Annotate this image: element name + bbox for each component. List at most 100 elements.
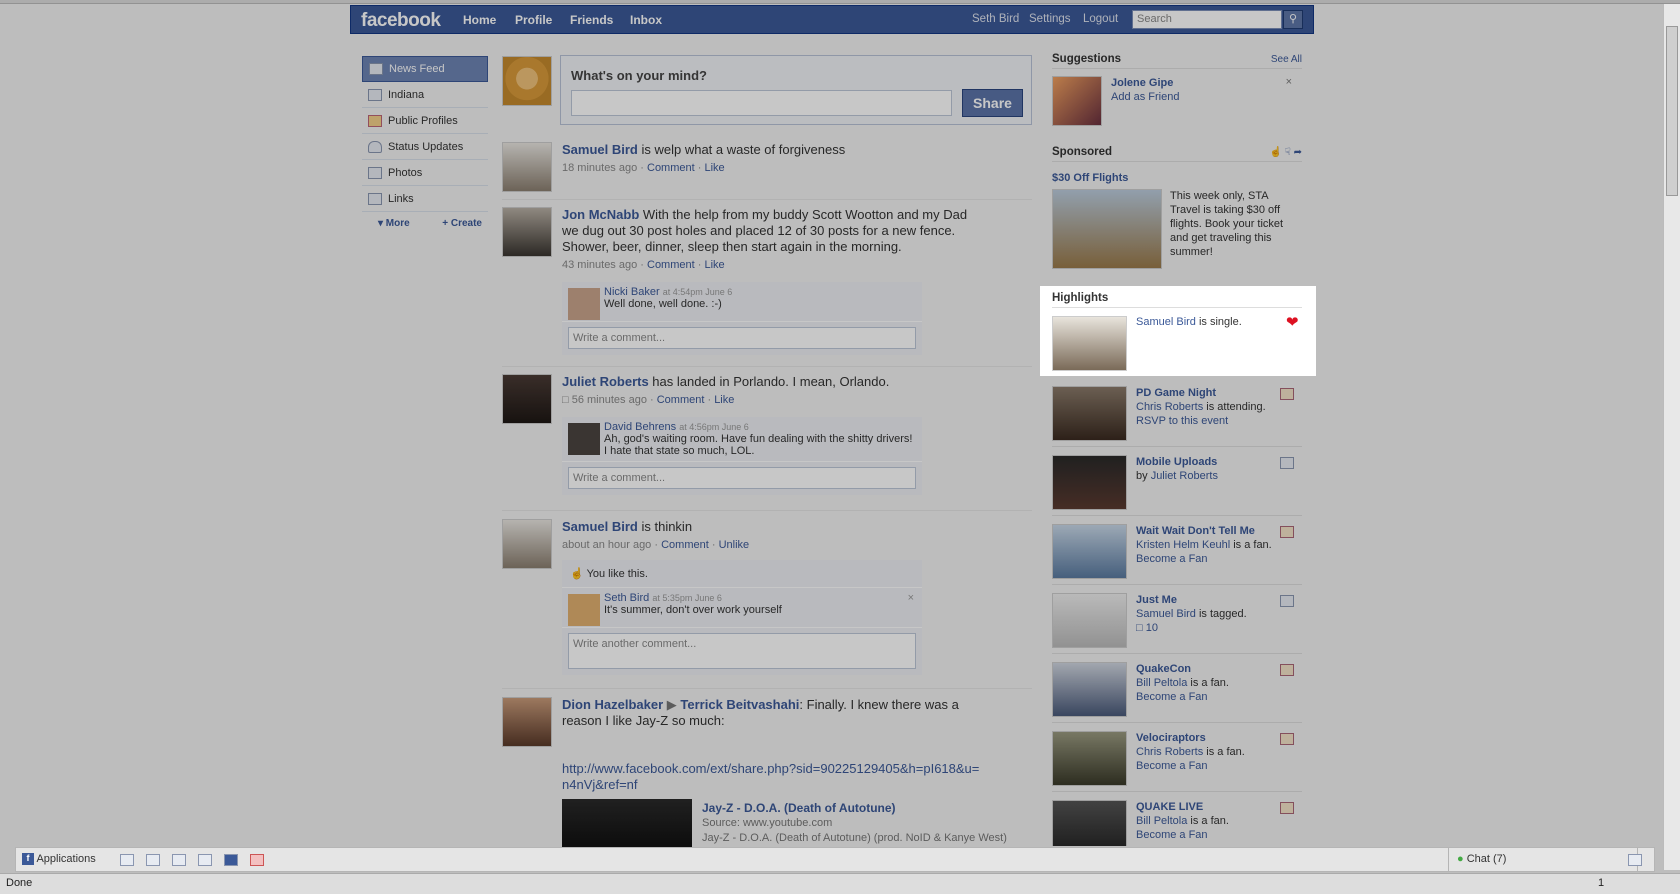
item-person[interactable]: Samuel Bird xyxy=(1136,608,1196,620)
nav-status-updates[interactable]: Status Updates xyxy=(362,134,488,160)
item-person[interactable]: Chris Roberts xyxy=(1136,401,1203,413)
story-author[interactable]: Dion Hazelbaker xyxy=(562,697,663,712)
item-title[interactable]: Wait Wait Don't Tell Me xyxy=(1136,524,1286,538)
highlight-name[interactable]: Samuel Bird xyxy=(1136,316,1196,328)
scrollbar[interactable] xyxy=(1663,4,1680,870)
item-title[interactable]: QUAKE LIVE xyxy=(1136,800,1286,814)
item-action[interactable]: RSVP to this event xyxy=(1136,414,1286,428)
become-fan-link[interactable]: Become a Fan xyxy=(1136,690,1286,704)
chat-button[interactable]: ● Chat (7) xyxy=(1448,848,1638,871)
become-fan-link[interactable]: Become a Fan xyxy=(1136,828,1286,842)
friends-icon[interactable] xyxy=(146,854,160,866)
nav-profile[interactable]: Profile xyxy=(515,13,552,27)
calendar-icon[interactable] xyxy=(172,854,186,866)
photo-icon[interactable] xyxy=(120,854,134,866)
scrollbar-thumb[interactable] xyxy=(1666,26,1678,196)
item-title[interactable]: Velociraptors xyxy=(1136,731,1286,745)
item-person[interactable]: Kristen Helm Keuhl xyxy=(1136,539,1230,551)
logout-link[interactable]: Logout xyxy=(1083,13,1118,25)
suggestion-photo[interactable] xyxy=(1052,76,1102,126)
nav-inbox[interactable]: Inbox xyxy=(630,13,662,27)
item-title[interactable]: Just Me xyxy=(1136,593,1286,607)
commenter-name[interactable]: Seth Bird xyxy=(604,592,649,604)
comment-link[interactable]: Comment xyxy=(647,259,695,271)
nav-news-feed[interactable]: News Feed xyxy=(362,56,488,82)
highlight-photo[interactable] xyxy=(1052,731,1127,786)
story-target[interactable]: Terrick Beitvashahi xyxy=(680,697,799,712)
item-person[interactable]: Chris Roberts xyxy=(1136,746,1203,758)
see-all-link[interactable]: See All xyxy=(1271,54,1302,65)
story-avatar[interactable] xyxy=(502,519,552,569)
facebook-logo[interactable]: facebook xyxy=(361,10,441,32)
become-fan-link[interactable]: Become a Fan xyxy=(1136,759,1286,773)
search-icon[interactable]: ⚲ xyxy=(1283,10,1303,29)
video-thumbnail[interactable] xyxy=(562,799,692,847)
comment-input[interactable]: Write a comment... xyxy=(568,327,916,349)
unlike-link[interactable]: Unlike xyxy=(719,539,750,551)
highlight-photo[interactable] xyxy=(1052,316,1127,371)
comment-count[interactable]: 10 xyxy=(1146,622,1158,634)
close-icon[interactable]: × xyxy=(1286,76,1292,88)
commenter-avatar[interactable] xyxy=(568,594,600,626)
commenter-avatar[interactable] xyxy=(568,423,600,455)
nav-photos[interactable]: Photos xyxy=(362,160,488,186)
comment-link[interactable]: Comment xyxy=(647,162,695,174)
item-title[interactable]: PD Game Night xyxy=(1136,386,1286,400)
search-input[interactable]: Search xyxy=(1132,10,1282,29)
suggestion-name[interactable]: Jolene Gipe xyxy=(1111,76,1261,90)
notifications-icon[interactable] xyxy=(1628,854,1642,866)
story-avatar[interactable] xyxy=(502,142,552,192)
story-avatar[interactable] xyxy=(502,374,552,424)
commenter-avatar[interactable] xyxy=(568,288,600,320)
notes-icon[interactable] xyxy=(198,854,212,866)
comment-input[interactable]: Write a comment... xyxy=(568,467,916,489)
comment-link[interactable]: Comment xyxy=(661,539,709,551)
become-fan-link[interactable]: Become a Fan xyxy=(1136,552,1286,566)
item-title[interactable]: QuakeCon xyxy=(1136,662,1286,676)
video-title[interactable]: Jay-Z - D.O.A. (Death of Autotune) xyxy=(702,801,1022,816)
highlight-photo[interactable] xyxy=(1052,800,1127,846)
commenter-name[interactable]: David Behrens xyxy=(604,421,676,433)
highlight-photo[interactable] xyxy=(1052,524,1127,579)
highlight-photo[interactable] xyxy=(1052,386,1127,441)
nav-home[interactable]: Home xyxy=(463,13,496,27)
like-link[interactable]: Like xyxy=(704,259,724,271)
commenter-name[interactable]: Nicki Baker xyxy=(604,286,660,298)
like-link[interactable]: Like xyxy=(714,394,734,406)
applications-menu[interactable]: f Applications xyxy=(22,853,96,866)
nav-links[interactable]: Links xyxy=(362,186,488,212)
ad-title[interactable]: $30 Off Flights xyxy=(1052,172,1302,184)
app-f-icon[interactable] xyxy=(224,854,238,866)
create-link[interactable]: + Create xyxy=(442,218,482,229)
story-author[interactable]: Juliet Roberts xyxy=(562,374,649,389)
user-name-link[interactable]: Seth Bird xyxy=(972,13,1019,25)
close-icon[interactable]: × xyxy=(908,592,914,604)
ad-feedback-icons[interactable]: ☝ ☟ ➦ xyxy=(1270,147,1302,158)
item-person[interactable]: Juliet Roberts xyxy=(1151,470,1218,482)
more-link[interactable]: ▾ More xyxy=(378,218,410,229)
ad-image[interactable] xyxy=(1052,189,1162,269)
add-friend-link[interactable]: Add as Friend xyxy=(1111,90,1261,104)
comment-input[interactable]: Write another comment... xyxy=(568,633,916,669)
status-input[interactable] xyxy=(571,90,952,116)
like-link[interactable]: Like xyxy=(704,162,724,174)
nav-friends[interactable]: Friends xyxy=(570,13,613,27)
item-person[interactable]: Bill Peltola xyxy=(1136,815,1187,827)
story-author[interactable]: Samuel Bird xyxy=(562,519,638,534)
share-button[interactable]: Share xyxy=(962,89,1023,117)
gift-icon[interactable] xyxy=(250,854,264,866)
highlight-photo[interactable] xyxy=(1052,593,1127,648)
item-person[interactable]: Bill Peltola xyxy=(1136,677,1187,689)
story-avatar[interactable] xyxy=(502,207,552,257)
my-avatar[interactable] xyxy=(502,56,552,106)
nav-indiana[interactable]: Indiana xyxy=(362,82,488,108)
comment-link[interactable]: Comment xyxy=(657,394,705,406)
nav-public-profiles[interactable]: Public Profiles xyxy=(362,108,488,134)
story-author[interactable]: Jon McNabb xyxy=(562,207,639,222)
highlight-photo[interactable] xyxy=(1052,662,1127,717)
highlight-photo[interactable] xyxy=(1052,455,1127,510)
item-title[interactable]: Mobile Uploads xyxy=(1136,455,1286,469)
story-avatar[interactable] xyxy=(502,697,552,747)
shared-url[interactable]: http://www.facebook.com/ext/share.php?si… xyxy=(562,761,982,793)
settings-link[interactable]: Settings xyxy=(1029,13,1071,25)
